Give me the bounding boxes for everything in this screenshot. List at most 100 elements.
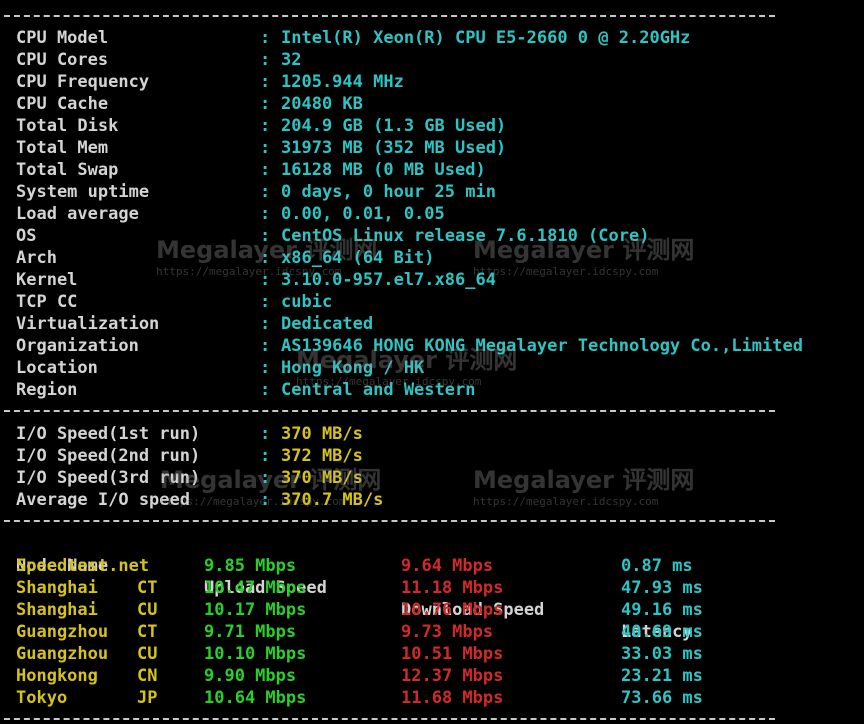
- download-speed: 9.73 Mbps: [401, 622, 494, 642]
- info-value: CentOS Linux release 7.6.1810 (Core): [281, 226, 650, 246]
- io-row: I/O Speed(3rd run):370 MB/s: [0, 467, 864, 489]
- info-value: cubic: [281, 292, 333, 312]
- info-label: Organization: [16, 336, 139, 356]
- node-name: Speedtest.net: [16, 556, 150, 576]
- table-row: Shanghai CT 10.47 Mbps 11.18 Mbps 47.93 ms: [0, 577, 864, 599]
- node-isp: CN: [137, 666, 158, 686]
- info-row: System uptime:0 days, 0 hour 25 min: [0, 181, 864, 203]
- speedtest-header: Node Name Upload Speed Download Speed La…: [0, 533, 864, 642]
- info-label: Load average: [16, 204, 139, 224]
- io-value: 370 MB/s: [281, 424, 363, 444]
- info-row: Virtualization: Dedicated: [0, 313, 864, 335]
- info-row: Location: Hong Kong / HK: [0, 357, 864, 379]
- io-value: 372 MB/s: [281, 446, 363, 466]
- info-value: Intel(R) Xeon(R) CPU E5-2660 0 @ 2.20GHz: [281, 28, 691, 48]
- info-colon: :: [260, 292, 271, 312]
- info-label: Total Disk: [16, 116, 119, 136]
- io-row: I/O Speed(2nd run):372 MB/s: [0, 445, 864, 467]
- latency: 47.93 ms: [621, 578, 703, 598]
- info-label: Total Mem: [16, 138, 109, 158]
- io-colon: :: [260, 424, 271, 444]
- info-label: CPU Frequency: [16, 72, 150, 92]
- info-label: CPU Model: [16, 28, 109, 48]
- info-colon: :: [260, 116, 271, 136]
- info-colon: :: [260, 358, 271, 378]
- upload-speed: 9.71 Mbps: [204, 622, 297, 642]
- info-colon: :: [260, 270, 271, 290]
- info-row: OS: CentOS Linux release 7.6.1810 (Core): [0, 225, 864, 247]
- info-row: CPU Cores:32: [0, 49, 864, 71]
- info-value: x86_64 (64 Bit): [281, 248, 435, 268]
- download-speed: 10.51 Mbps: [401, 644, 504, 664]
- info-colon: :: [260, 160, 271, 180]
- info-row: Organization: AS139646 HONG KONG Megalaye…: [0, 335, 864, 357]
- table-row: Shanghai CU 10.17 Mbps 10.76 Mbps 49.16 ms: [0, 599, 864, 621]
- download-speed: 12.37 Mbps: [401, 666, 504, 686]
- io-row: I/O Speed(1st run):370 MB/s: [0, 423, 864, 445]
- table-row: Tokyo JP 10.64 Mbps 11.68 Mbps 73.66 ms: [0, 687, 864, 709]
- node-isp: CU: [137, 644, 158, 664]
- info-row: CPU Cache:20480 KB: [0, 93, 864, 115]
- info-value: 3.10.0-957.el7.x86_64: [281, 270, 496, 290]
- table-row: Hongkong CN 9.90 Mbps 12.37 Mbps 23.21 ms: [0, 665, 864, 687]
- separator-bottom: [4, 718, 775, 720]
- info-row: Total Mem:31973 MB (352 MB Used): [0, 137, 864, 159]
- info-value: 16128 MB (0 MB Used): [281, 160, 486, 180]
- io-colon: :: [260, 446, 271, 466]
- info-value: 20480 KB: [281, 94, 363, 114]
- info-row: CPU Model: Intel(R) Xeon(R) CPU E5-2660 0…: [0, 27, 864, 49]
- info-value: Dedicated: [281, 314, 374, 334]
- io-colon: :: [260, 468, 271, 488]
- info-value: 32: [281, 50, 302, 70]
- info-value: Hong Kong / HK: [281, 358, 425, 378]
- info-label: TCP CC: [16, 292, 78, 312]
- table-row: Guangzhou CT 9.71 Mbps 9.73 Mbps 40.69 ms: [0, 621, 864, 643]
- info-label: Region: [16, 380, 78, 400]
- separator-speedtest: [4, 520, 775, 522]
- latency: 33.03 ms: [621, 644, 703, 664]
- upload-speed: 9.85 Mbps: [204, 556, 297, 576]
- download-speed: 11.68 Mbps: [401, 688, 504, 708]
- upload-speed: 10.17 Mbps: [204, 600, 307, 620]
- info-value: 0.00, 0.01, 0.05: [281, 204, 445, 224]
- info-label: Kernel: [16, 270, 78, 290]
- info-colon: :: [260, 336, 271, 356]
- info-row: Total Swap:16128 MB (0 MB Used): [0, 159, 864, 181]
- info-colon: :: [260, 138, 271, 158]
- info-label: CPU Cores: [16, 50, 109, 70]
- download-speed: 11.18 Mbps: [401, 578, 504, 598]
- info-colon: :: [260, 182, 271, 202]
- table-row: Speedtest.net 9.85 Mbps 9.64 Mbps 0.87 ms: [0, 555, 864, 577]
- info-colon: :: [260, 314, 271, 334]
- info-colon: :: [260, 72, 271, 92]
- info-label: OS: [16, 226, 37, 246]
- info-value: 31973 MB (352 MB Used): [281, 138, 507, 158]
- terminal-window[interactable]: CPU Model: Intel(R) Xeon(R) CPU E5-2660 0…: [0, 0, 864, 724]
- upload-speed: 10.64 Mbps: [204, 688, 307, 708]
- node-isp: JP: [137, 688, 158, 708]
- info-row: Total Disk:204.9 GB (1.3 GB Used): [0, 115, 864, 137]
- info-colon: :: [260, 226, 271, 246]
- info-label: Total Swap: [16, 160, 119, 180]
- latency: 23.21 ms: [621, 666, 703, 686]
- info-value: Central and Western: [281, 380, 476, 400]
- info-row: Arch: x86_64 (64 Bit): [0, 247, 864, 269]
- table-row: Guangzhou CU 10.10 Mbps 10.51 Mbps 33.03 ms: [0, 643, 864, 665]
- latency: 49.16 ms: [621, 600, 703, 620]
- upload-speed: 10.10 Mbps: [204, 644, 307, 664]
- info-label: Location: [16, 358, 98, 378]
- latency: 40.69 ms: [621, 622, 703, 642]
- info-colon: :: [260, 380, 271, 400]
- node-name: Guangzhou: [16, 644, 109, 664]
- io-row: Average I/O speed:370.7 MB/s: [0, 489, 864, 511]
- node-name: Shanghai: [16, 600, 98, 620]
- info-value: 1205.944 MHz: [281, 72, 404, 92]
- info-label: Arch: [16, 248, 57, 268]
- info-value: AS139646 HONG KONG Megalayer Technology …: [281, 336, 803, 356]
- node-name: Tokyo: [16, 688, 68, 708]
- info-colon: :: [260, 28, 271, 48]
- separator-io: [4, 410, 775, 412]
- upload-speed: 9.90 Mbps: [204, 666, 297, 686]
- info-value: 0 days, 0 hour 25 min: [281, 182, 496, 202]
- latency: 0.87 ms: [621, 556, 693, 576]
